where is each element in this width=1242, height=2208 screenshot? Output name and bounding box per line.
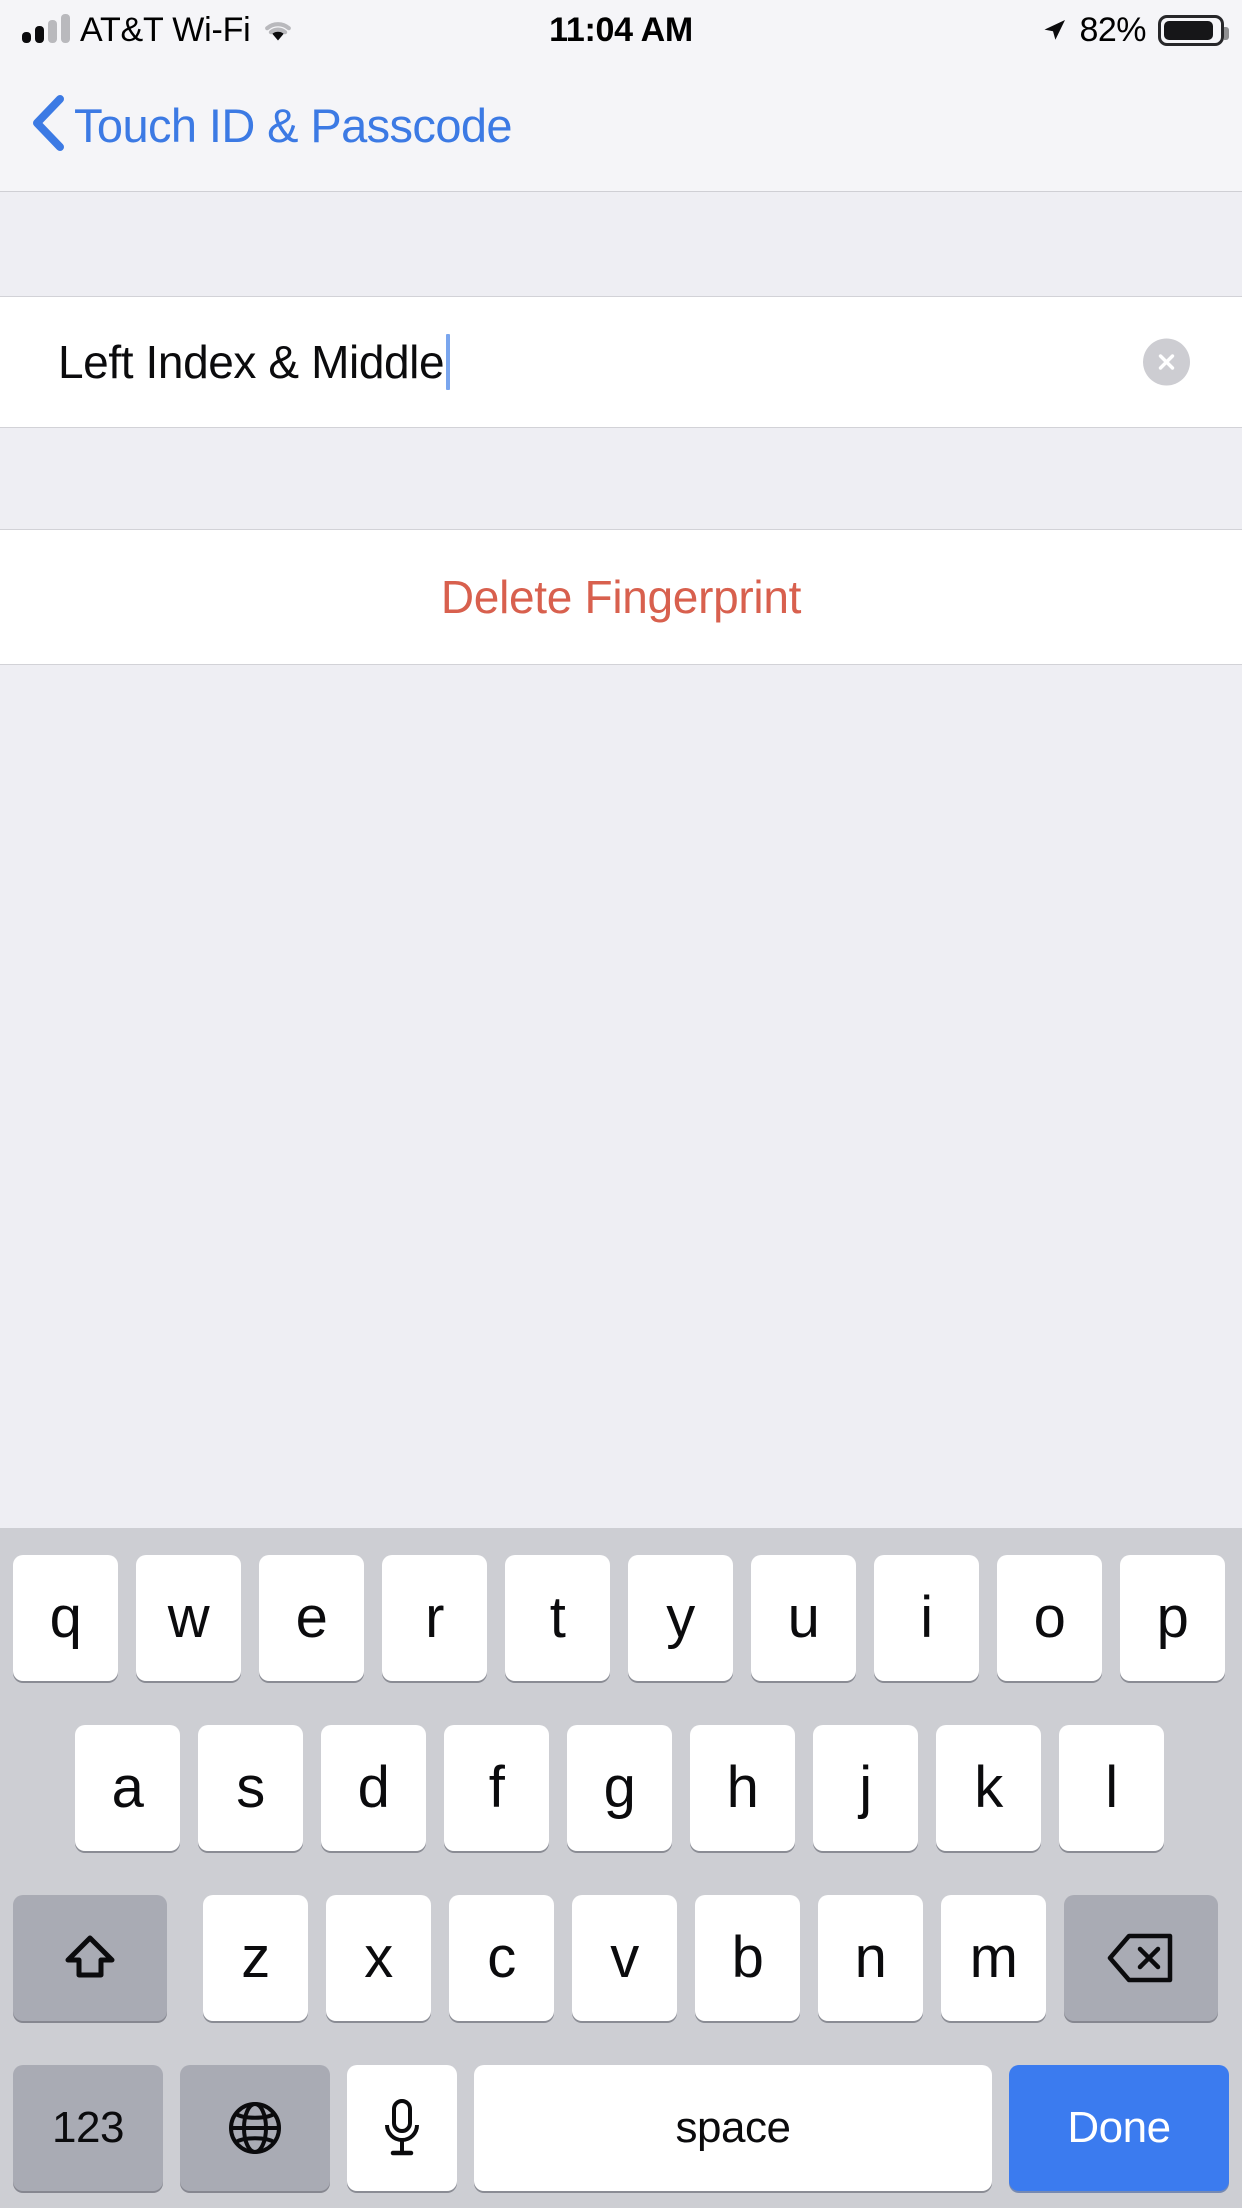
key-r[interactable]: r (382, 1555, 487, 1681)
backspace-key[interactable] (1064, 1895, 1218, 2021)
back-button-label: Touch ID & Passcode (74, 99, 513, 152)
delete-fingerprint-group: Delete Fingerprint (0, 529, 1242, 665)
status-bar: AT&T Wi-Fi 11:04 AM 82% (0, 0, 1242, 60)
clock-label: 11:04 AM (549, 10, 693, 49)
status-bar-right: 82% (1041, 0, 1229, 60)
name-input-value: Left Index & Middle (58, 336, 445, 388)
key-x[interactable]: x (326, 1895, 431, 2021)
delete-fingerprint-label: Delete Fingerprint (440, 571, 802, 623)
key-n[interactable]: n (818, 1895, 923, 2021)
key-u[interactable]: u (751, 1555, 856, 1681)
keyboard-row-1: qwertyuiop (0, 1555, 1242, 1697)
key-h[interactable]: h (690, 1725, 795, 1851)
globe-icon (224, 2097, 286, 2159)
delete-fingerprint-button[interactable]: Delete Fingerprint (0, 530, 1242, 664)
delete-backward-icon (1106, 1930, 1176, 1986)
key-z[interactable]: z (203, 1895, 308, 2021)
settings-content: Left Index & Middle Delete Fingerprint (0, 192, 1242, 1528)
key-y[interactable]: y (628, 1555, 733, 1681)
key-a[interactable]: a (75, 1725, 180, 1851)
keyboard-row-3: zxcvbnm (0, 1895, 1242, 2037)
text-caret (446, 334, 451, 390)
microphone-icon (377, 2096, 427, 2160)
battery-icon (1158, 14, 1229, 46)
key-t[interactable]: t (505, 1555, 610, 1681)
battery-percent-label: 82% (1079, 10, 1146, 49)
space-key[interactable]: space (474, 2065, 992, 2191)
navigation-bar: Touch ID & Passcode (0, 60, 1242, 192)
key-f[interactable]: f (444, 1725, 549, 1851)
key-w[interactable]: w (136, 1555, 241, 1681)
key-m[interactable]: m (941, 1895, 1046, 2021)
shift-arrow-up-icon (59, 1927, 121, 1989)
keyboard-row-2: asdfghjkl (0, 1725, 1242, 1867)
location-arrow-icon (1041, 17, 1067, 43)
fingerprint-name-row[interactable]: Left Index & Middle (0, 297, 1242, 427)
name-field-group: Left Index & Middle (0, 296, 1242, 428)
dictation-key[interactable] (347, 2065, 457, 2191)
shift-key[interactable] (13, 1895, 167, 2021)
key-d[interactable]: d (321, 1725, 426, 1851)
chevron-left-icon (30, 95, 64, 156)
numbers-key[interactable]: 123 (13, 2065, 163, 2191)
keyboard-row-4: 123 space Done (0, 2065, 1242, 2207)
iphone-screen: AT&T Wi-Fi 11:04 AM 82% Touch ID & Passc… (0, 0, 1242, 2208)
top-spacer (0, 192, 1242, 296)
key-l[interactable]: l (1059, 1725, 1164, 1851)
key-i[interactable]: i (874, 1555, 979, 1681)
keyboard-row-3-letters: zxcvbnm (203, 1895, 1064, 2021)
key-g[interactable]: g (567, 1725, 672, 1851)
name-input[interactable]: Left Index & Middle (0, 297, 451, 427)
key-j[interactable]: j (813, 1725, 918, 1851)
key-v[interactable]: v (572, 1895, 677, 2021)
key-c[interactable]: c (449, 1895, 554, 2021)
onscreen-keyboard: qwertyuiop asdfghjkl zxcvbnm 123 space D… (0, 1528, 1242, 2208)
clear-circle-x-icon[interactable] (1143, 338, 1190, 386)
key-q[interactable]: q (13, 1555, 118, 1681)
key-e[interactable]: e (259, 1555, 364, 1681)
globe-key[interactable] (180, 2065, 330, 2191)
key-k[interactable]: k (936, 1725, 1041, 1851)
key-o[interactable]: o (997, 1555, 1102, 1681)
key-p[interactable]: p (1120, 1555, 1225, 1681)
done-key[interactable]: Done (1009, 2065, 1229, 2191)
key-s[interactable]: s (198, 1725, 303, 1851)
key-b[interactable]: b (695, 1895, 800, 2021)
back-button[interactable]: Touch ID & Passcode (0, 95, 513, 156)
